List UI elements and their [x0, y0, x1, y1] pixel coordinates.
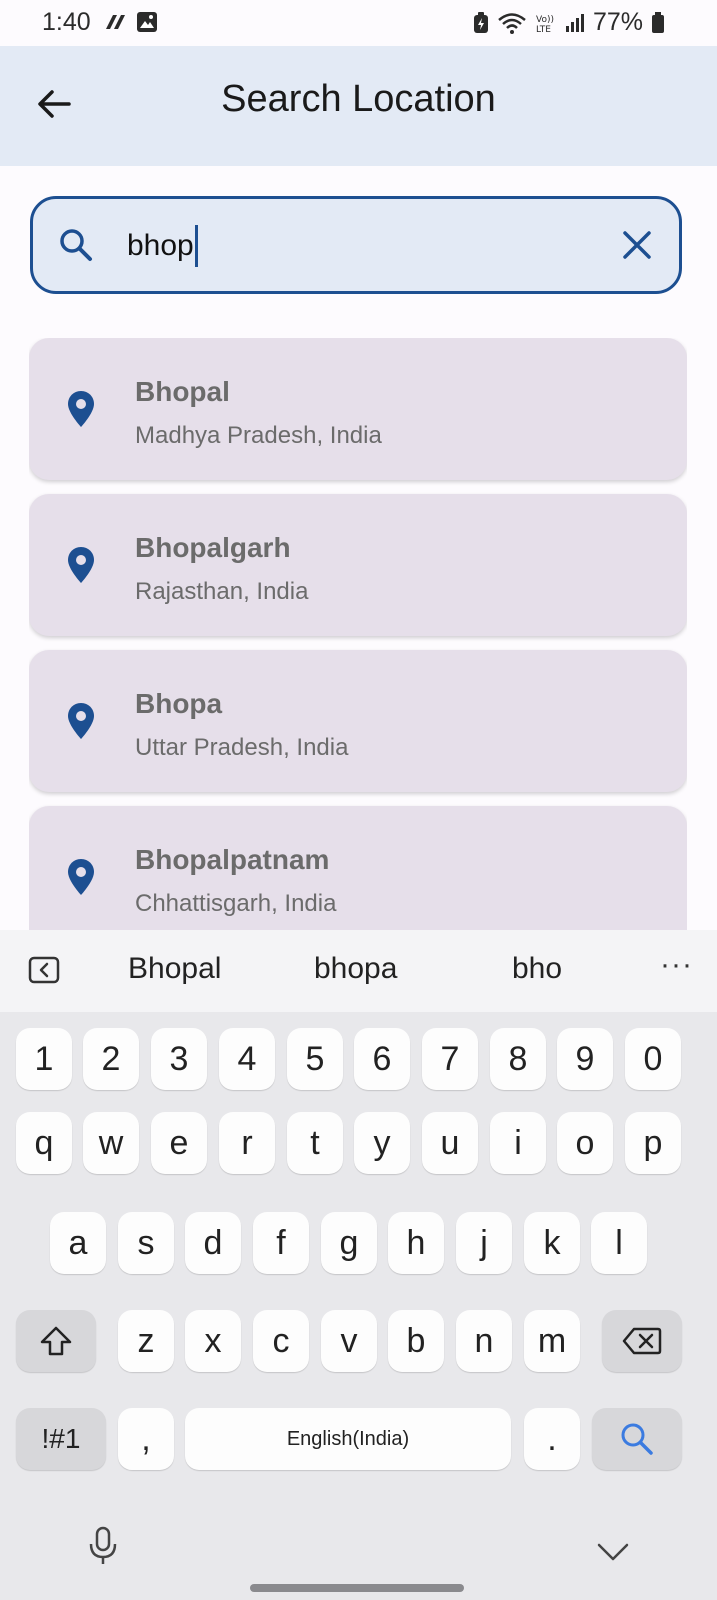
notification-app-icon: [106, 15, 125, 29]
key-e[interactable]: e: [151, 1112, 207, 1174]
key-p[interactable]: p: [625, 1112, 681, 1174]
search-icon: [60, 229, 92, 261]
key-0[interactable]: 0: [625, 1028, 681, 1090]
key-k[interactable]: k: [524, 1212, 580, 1274]
key-h[interactable]: h: [388, 1212, 444, 1274]
app-bar: Search Location: [0, 46, 717, 166]
home-indicator[interactable]: [250, 1584, 464, 1592]
clear-icon[interactable]: [621, 229, 653, 261]
wifi-icon: [498, 12, 526, 34]
result-name: Bhopalpatnam: [135, 844, 330, 875]
result-name: Bhopalgarh: [135, 532, 291, 563]
key-q[interactable]: q: [16, 1112, 72, 1174]
battery-icon: [652, 11, 664, 33]
battery-percent: 77%: [592, 8, 643, 36]
key-u[interactable]: u: [422, 1112, 478, 1174]
space-bar[interactable]: English(India): [185, 1408, 511, 1470]
result-item[interactable]: Bhopa Uttar Pradesh, India: [29, 650, 687, 792]
location-pin-icon: [68, 703, 94, 739]
period-key[interactable]: .: [524, 1408, 580, 1470]
key-g[interactable]: g: [321, 1212, 377, 1274]
result-name: Bhopal: [135, 376, 230, 407]
more-options-button[interactable]: ···: [660, 948, 693, 982]
search-text: bhop: [127, 229, 194, 262]
location-pin-icon: [68, 859, 94, 895]
status-system-icons: Vo)) LTE 77%: [473, 8, 665, 37]
shift-key[interactable]: [16, 1310, 96, 1372]
key-s[interactable]: s: [118, 1212, 174, 1274]
location-pin-icon: [68, 391, 94, 427]
signal-icon: [565, 13, 584, 32]
shift-icon: [40, 1326, 72, 1356]
soft-keyboard: Bhopal bhopa bho ··· 1 2 3 4 5 6 7 8 9 0…: [0, 930, 717, 1600]
suggestion-bar: Bhopal bhopa bho ···: [0, 930, 717, 1012]
key-2[interactable]: 2: [83, 1028, 139, 1090]
search-field-value[interactable]: bhop: [127, 225, 198, 267]
key-y[interactable]: y: [354, 1112, 410, 1174]
key-7[interactable]: 7: [422, 1028, 478, 1090]
result-name: Bhopa: [135, 688, 223, 719]
search-action-key[interactable]: [592, 1408, 682, 1470]
key-j[interactable]: j: [456, 1212, 512, 1274]
result-item[interactable]: Bhopalpatnam Chhattisgarh, India: [29, 806, 687, 930]
key-v[interactable]: v: [321, 1310, 377, 1372]
key-m[interactable]: m: [524, 1310, 580, 1372]
key-l[interactable]: l: [591, 1212, 647, 1274]
search-icon: [621, 1423, 653, 1455]
backspace-icon: [622, 1327, 662, 1355]
status-time: 1:40: [42, 8, 91, 36]
key-r[interactable]: r: [219, 1112, 275, 1174]
text-caret: [194, 225, 198, 267]
result-item[interactable]: Bhopal Madhya Pradesh, India: [29, 338, 687, 480]
suggestion-item[interactable]: Bhopal: [128, 952, 221, 986]
gallery-icon: [137, 12, 157, 32]
status-notification-icons: [104, 11, 158, 33]
key-n[interactable]: n: [456, 1310, 512, 1372]
key-8[interactable]: 8: [490, 1028, 546, 1090]
key-5[interactable]: 5: [287, 1028, 343, 1090]
key-4[interactable]: 4: [219, 1028, 275, 1090]
suggestion-item[interactable]: bho: [512, 952, 562, 986]
collapse-toolbar-icon[interactable]: [28, 956, 60, 984]
svg-text:LTE: LTE: [536, 25, 551, 34]
volte-icon: Vo)) LTE: [536, 15, 554, 34]
search-results-list: Bhopal Madhya Pradesh, India Bhopalgarh …: [29, 338, 687, 930]
location-pin-icon: [68, 547, 94, 583]
page-title: Search Location: [221, 78, 496, 120]
key-d[interactable]: d: [185, 1212, 241, 1274]
result-region: Chhattisgarh, India: [135, 890, 337, 917]
key-c[interactable]: c: [253, 1310, 309, 1372]
search-input[interactable]: bhop: [30, 196, 682, 294]
key-x[interactable]: x: [185, 1310, 241, 1372]
key-i[interactable]: i: [490, 1112, 546, 1174]
svg-text:Vo)): Vo)): [536, 15, 554, 25]
result-region: Rajasthan, India: [135, 578, 309, 605]
suggestion-item[interactable]: bhopa: [314, 952, 397, 986]
key-a[interactable]: a: [50, 1212, 106, 1274]
microphone-icon[interactable]: [88, 1526, 118, 1566]
key-w[interactable]: w: [83, 1112, 139, 1174]
battery-saver-icon: [473, 11, 488, 33]
status-bar: 1:40 Vo)) LTE 77%: [0, 0, 717, 46]
key-9[interactable]: 9: [557, 1028, 613, 1090]
key-3[interactable]: 3: [151, 1028, 207, 1090]
result-item[interactable]: Bhopalgarh Rajasthan, India: [29, 494, 687, 636]
hide-keyboard-icon[interactable]: [596, 1542, 630, 1562]
result-region: Uttar Pradesh, India: [135, 734, 349, 761]
key-b[interactable]: b: [388, 1310, 444, 1372]
key-1[interactable]: 1: [16, 1028, 72, 1090]
key-t[interactable]: t: [287, 1112, 343, 1174]
key-z[interactable]: z: [118, 1310, 174, 1372]
key-6[interactable]: 6: [354, 1028, 410, 1090]
comma-key[interactable]: ,: [118, 1408, 174, 1470]
key-o[interactable]: o: [557, 1112, 613, 1174]
result-region: Madhya Pradesh, India: [135, 422, 382, 449]
symbols-key[interactable]: !#1: [16, 1408, 106, 1470]
backspace-key[interactable]: [602, 1310, 682, 1372]
key-f[interactable]: f: [253, 1212, 309, 1274]
